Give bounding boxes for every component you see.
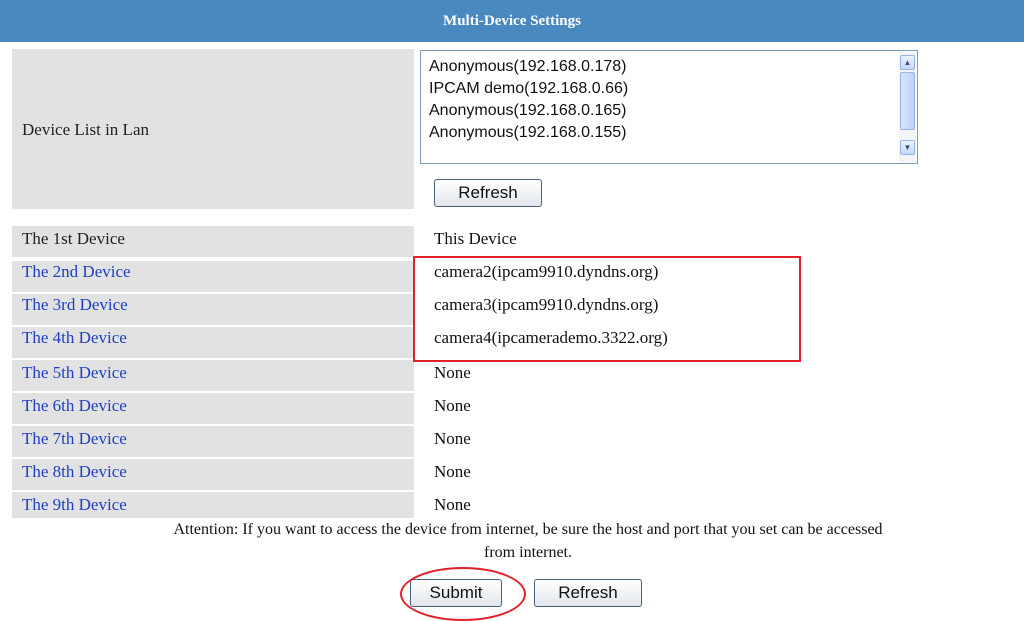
device-5-value: None xyxy=(434,363,471,382)
device-8-link[interactable]: The 8th Device xyxy=(22,462,127,482)
device-8-value: None xyxy=(434,462,471,481)
page-title: Multi-Device Settings xyxy=(443,12,581,29)
refresh-button[interactable]: Refresh xyxy=(534,579,642,607)
device-9-link[interactable]: The 9th Device xyxy=(22,495,127,515)
device-4-link[interactable]: The 4th Device xyxy=(22,328,127,348)
highlight-box xyxy=(413,256,801,362)
device-1-label: The 1st Device xyxy=(22,229,125,248)
attention-line-1: Attention: If you want to access the dev… xyxy=(173,521,883,538)
device-7-value: None xyxy=(434,429,471,448)
lan-refresh-button[interactable]: Refresh xyxy=(434,179,542,207)
scroll-down-icon[interactable]: ▼ xyxy=(900,140,915,155)
lan-device-item[interactable]: Anonymous(192.168.0.178) xyxy=(429,58,626,76)
attention-line-2: from internet. xyxy=(484,544,572,561)
device-3-link[interactable]: The 3rd Device xyxy=(22,295,128,315)
device-list-label: Device List in Lan xyxy=(22,120,149,139)
settings-header: Multi-Device Settings xyxy=(0,0,1024,42)
attention-note: Attention: If you want to access the dev… xyxy=(18,518,1024,564)
device-6-value: None xyxy=(434,396,471,415)
lan-device-item[interactable]: Anonymous(192.168.0.165) xyxy=(429,102,626,120)
scroll-thumb[interactable] xyxy=(900,72,915,130)
device-5-link[interactable]: The 5th Device xyxy=(22,363,127,383)
lan-device-listbox[interactable]: Anonymous(192.168.0.178) IPCAM demo(192.… xyxy=(420,50,918,164)
device-2-link[interactable]: The 2nd Device xyxy=(22,262,131,282)
device-9-value: None xyxy=(434,495,471,514)
device-7-link[interactable]: The 7th Device xyxy=(22,429,127,449)
lan-device-item[interactable]: Anonymous(192.168.0.155) xyxy=(429,124,626,142)
listbox-scrollbar[interactable]: ▲ ▼ xyxy=(899,52,916,162)
device-6-link[interactable]: The 6th Device xyxy=(22,396,127,416)
scroll-up-icon[interactable]: ▲ xyxy=(900,55,915,70)
device-1-value: This Device xyxy=(434,229,517,248)
lan-device-item[interactable]: IPCAM demo(192.168.0.66) xyxy=(429,80,628,98)
highlight-ellipse xyxy=(400,567,526,621)
